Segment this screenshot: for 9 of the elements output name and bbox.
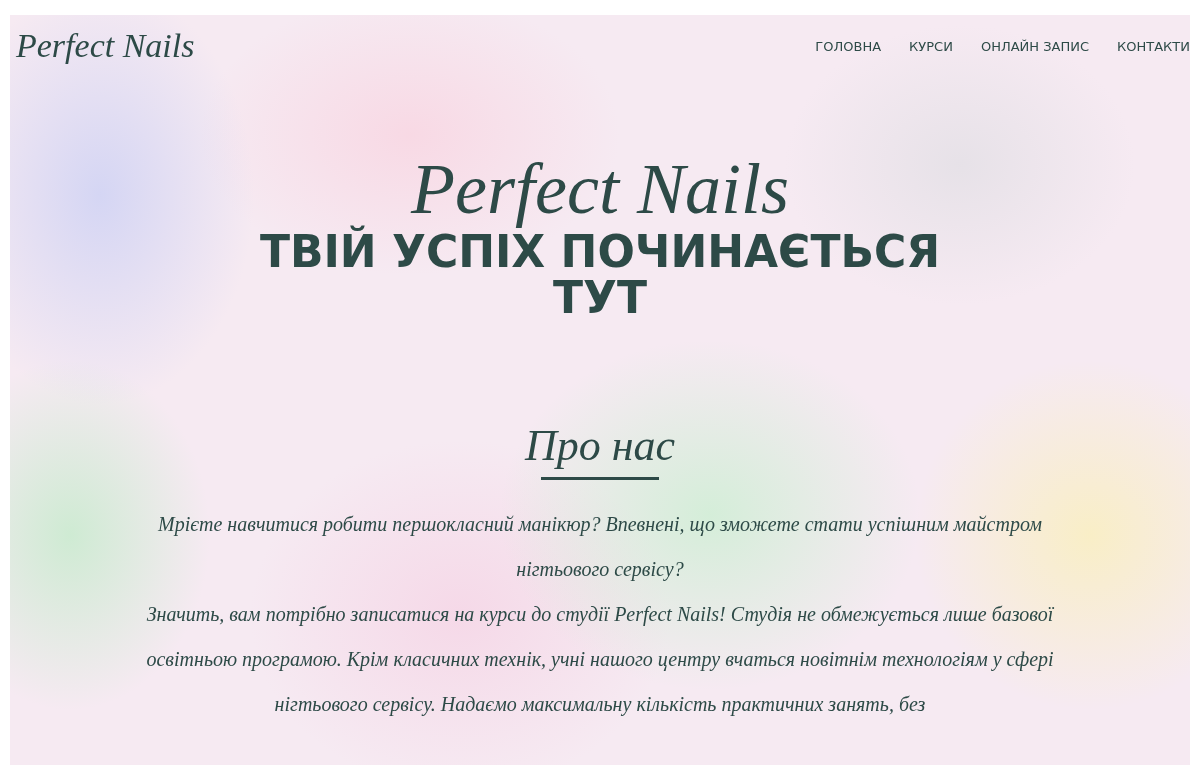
logo[interactable]: Perfect Nails bbox=[16, 27, 195, 65]
nav-link[interactable]: ОНЛАЙН ЗАПИС bbox=[980, 38, 1090, 54]
hero-title: Perfect Nails bbox=[409, 149, 790, 229]
section-heading: Про нас bbox=[524, 421, 676, 471]
nav-link[interactable]: ГОЛОВНА bbox=[815, 38, 882, 54]
about-paragraph: Значить, вам потрібно записатися на курси до студії Perfect Nails! Студія не обмежується лише базової освітньою програмою. Крім класичних технік, учні нашого центру вчаться новітнім технологіям у сфері нігтьового сервісу. Надаємо максимальну кількість практичних занять, без bbox=[145, 602, 1055, 718]
nav-link[interactable]: КУРСИ bbox=[909, 38, 953, 54]
about-paragraph: Мрієте навчитися робити першокласний манікюр? Впевнені, що зможете стати успішним майстром нігтьового сервісу? bbox=[157, 512, 1043, 583]
nav-link[interactable]: КОНТАКТИ bbox=[1117, 38, 1190, 54]
